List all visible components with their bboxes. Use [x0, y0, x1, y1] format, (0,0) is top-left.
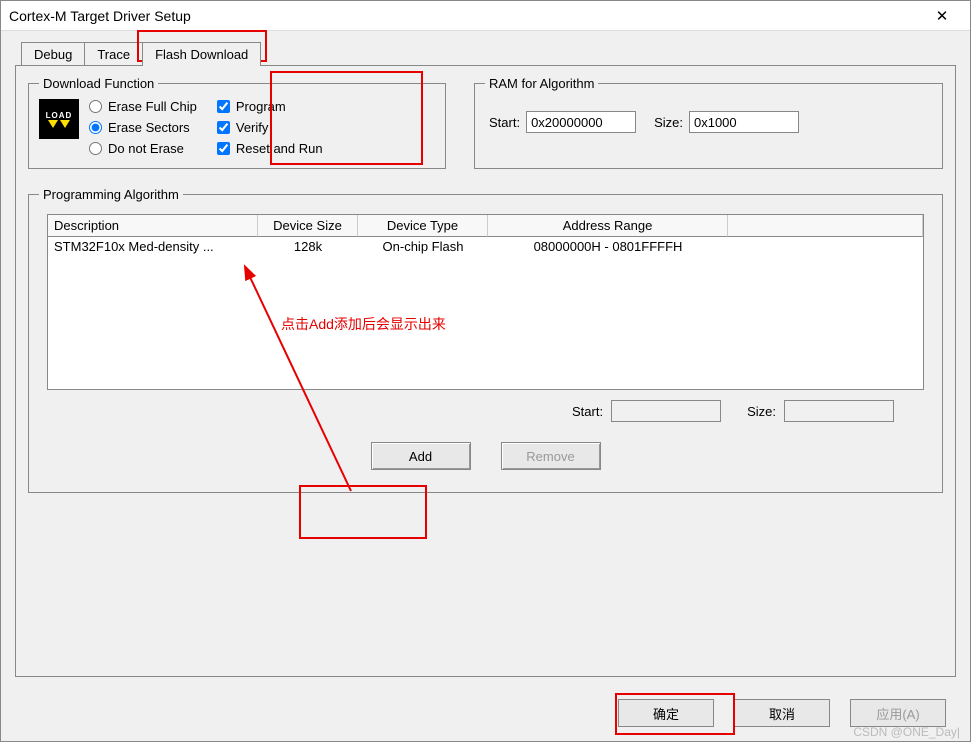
add-button[interactable]: Add: [371, 442, 471, 470]
window-title: Cortex-M Target Driver Setup: [9, 8, 922, 24]
download-function-legend: Download Function: [39, 76, 158, 91]
cancel-button[interactable]: 取消: [734, 699, 830, 727]
programming-algorithm-group: Programming Algorithm Description Device…: [28, 187, 943, 493]
col-address-range[interactable]: Address Range: [488, 215, 728, 237]
tab-trace[interactable]: Trace: [84, 42, 143, 66]
erase-sectors-radio[interactable]: Erase Sectors: [89, 120, 197, 135]
reset-run-checkbox[interactable]: Reset and Run: [217, 141, 323, 156]
prog-size-input: [784, 400, 894, 422]
prog-size-label: Size:: [747, 404, 776, 419]
ok-button[interactable]: 确定: [618, 699, 714, 727]
ram-start-input[interactable]: [526, 111, 636, 133]
content-area: Debug Trace Flash Download Download Func…: [1, 31, 970, 687]
tab-body: Download Function LOAD Erase Full Chip E…: [15, 65, 956, 677]
ram-size-label: Size:: [654, 115, 683, 130]
algorithm-table[interactable]: Description Device Size Device Type Addr…: [47, 214, 924, 390]
tab-strip: Debug Trace Flash Download: [15, 41, 956, 65]
dialog-window: Cortex-M Target Driver Setup ✕ Debug Tra…: [0, 0, 971, 742]
erase-full-chip-radio[interactable]: Erase Full Chip: [89, 99, 197, 114]
verify-checkbox[interactable]: Verify: [217, 120, 323, 135]
program-checkbox[interactable]: Program: [217, 99, 323, 114]
prog-start-label: Start:: [572, 404, 603, 419]
tab-flash-download[interactable]: Flash Download: [142, 42, 261, 66]
col-device-size[interactable]: Device Size: [258, 215, 358, 237]
col-device-type[interactable]: Device Type: [358, 215, 488, 237]
programming-algorithm-legend: Programming Algorithm: [39, 187, 183, 202]
table-row[interactable]: STM32F10x Med-density ... 128k On-chip F…: [48, 237, 923, 256]
apply-button: 应用(A): [850, 699, 946, 727]
tab-debug[interactable]: Debug: [21, 42, 85, 66]
do-not-erase-radio[interactable]: Do not Erase: [89, 141, 197, 156]
ram-size-input[interactable]: [689, 111, 799, 133]
prog-start-input: [611, 400, 721, 422]
watermark: CSDN @ONE_Day|: [853, 725, 960, 739]
col-spacer: [728, 215, 923, 237]
cell-type: On-chip Flash: [358, 237, 488, 256]
ram-legend: RAM for Algorithm: [485, 76, 598, 91]
download-function-group: Download Function LOAD Erase Full Chip E…: [28, 76, 446, 169]
cell-size: 128k: [258, 237, 358, 256]
cell-description: STM32F10x Med-density ...: [48, 237, 258, 256]
close-icon[interactable]: ✕: [922, 7, 962, 25]
titlebar: Cortex-M Target Driver Setup ✕: [1, 1, 970, 31]
load-icon: LOAD: [39, 99, 79, 139]
ram-algorithm-group: RAM for Algorithm Start: Size:: [474, 76, 943, 169]
ram-start-label: Start:: [489, 115, 520, 130]
col-description[interactable]: Description: [48, 215, 258, 237]
remove-button: Remove: [501, 442, 601, 470]
cell-range: 08000000H - 0801FFFFH: [488, 237, 728, 256]
